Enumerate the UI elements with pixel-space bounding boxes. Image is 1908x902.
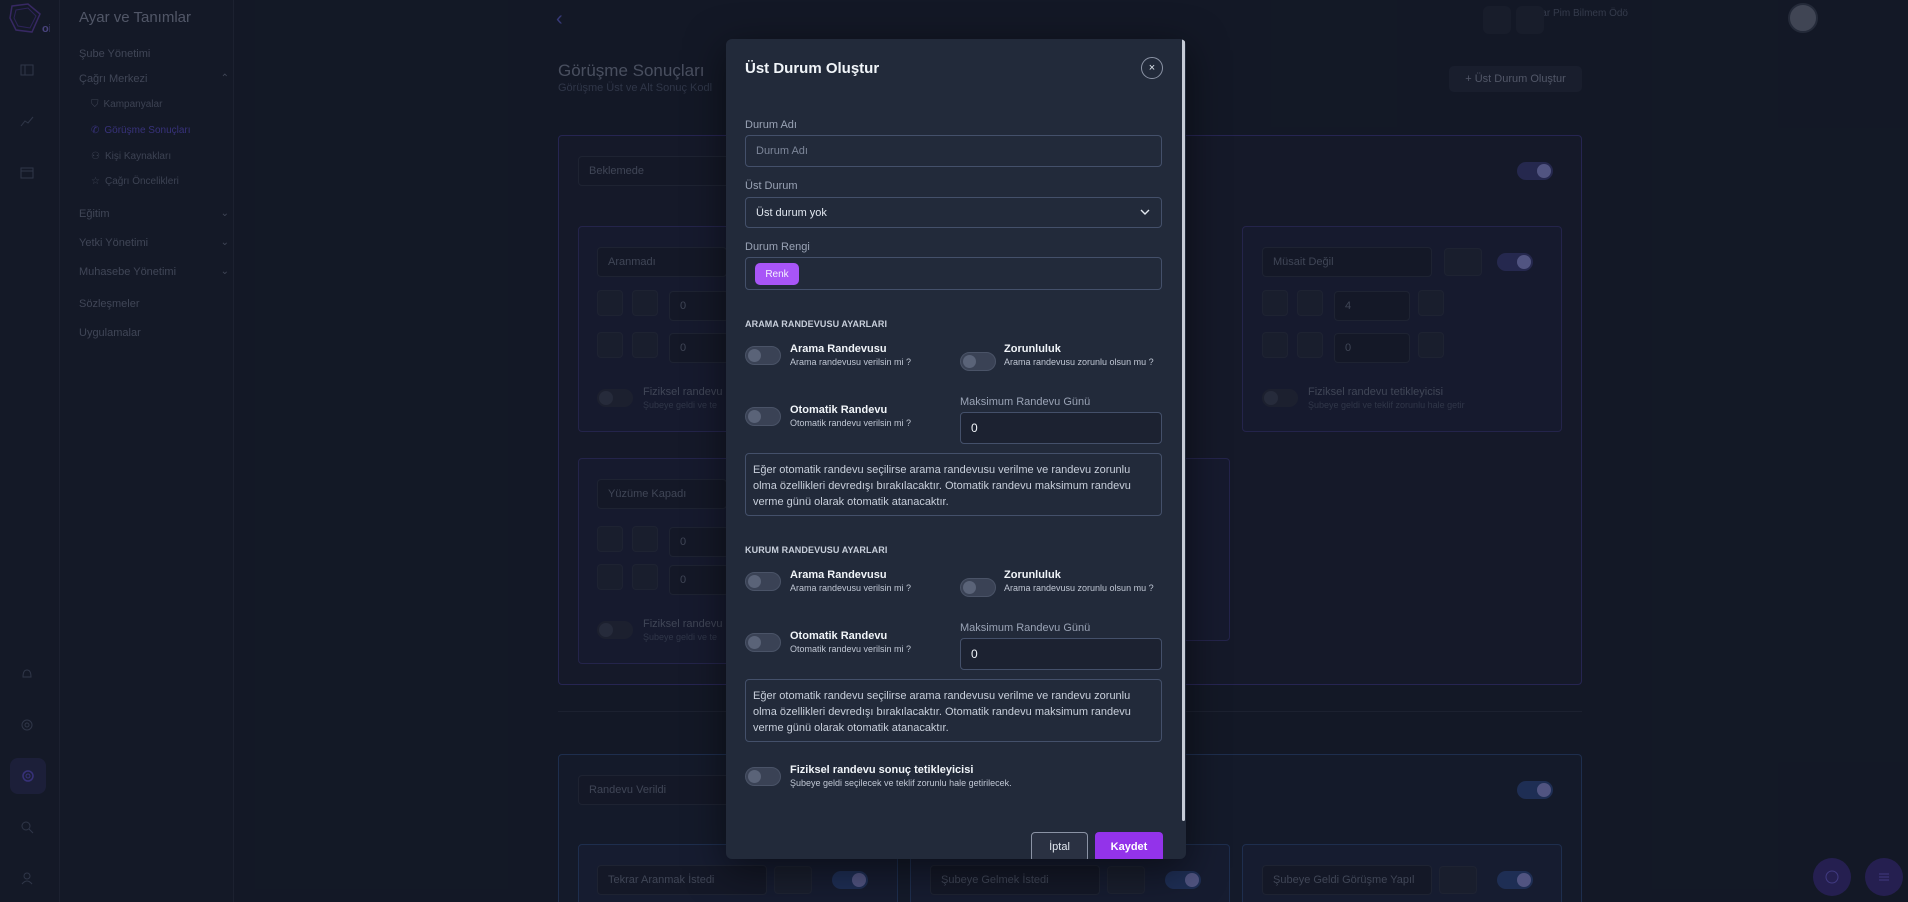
- status-color-field: Renk: [745, 257, 1162, 290]
- status-name-label: Durum Adı: [745, 119, 797, 131]
- institution-auto-toggle[interactable]: [745, 633, 781, 652]
- modal-scrollbar[interactable]: [1182, 39, 1185, 821]
- call-auto-toggle[interactable]: [745, 407, 781, 426]
- create-status-modal: Üst Durum Oluştur × Durum Adı Üst Durum …: [726, 39, 1186, 859]
- institution-max-days-input[interactable]: [960, 638, 1162, 670]
- color-picker-button[interactable]: Renk: [755, 263, 799, 285]
- institution-info-box: Eğer otomatik randevu seçilirse arama ra…: [745, 679, 1162, 742]
- call-required-title: Zorunluluk: [1004, 343, 1061, 355]
- save-button[interactable]: Kaydet: [1095, 832, 1163, 859]
- call-auto-desc: Otomatik randevu verilsin mi ?: [790, 418, 912, 428]
- call-section-title: ARAMA RANDEVUSU AYARLARI: [745, 319, 888, 329]
- call-required-desc: Arama randevusu zorunlu olsun mu ?: [1004, 357, 1154, 367]
- call-max-days-input[interactable]: [960, 412, 1162, 444]
- institution-auto-title: Otomatik Randevu: [790, 630, 888, 642]
- institution-required-toggle[interactable]: [960, 578, 996, 597]
- institution-max-days-label: Maksimum Randevu Günü: [960, 622, 1091, 634]
- physical-trigger-desc: Şubeye geldi seçilecek ve teklif zorunlu…: [790, 778, 1012, 788]
- status-name-input[interactable]: [745, 135, 1162, 167]
- call-appointment-title: Arama Randevusu: [790, 343, 887, 355]
- call-appointment-toggle[interactable]: [745, 346, 781, 365]
- institution-appointment-title: Arama Randevusu: [790, 569, 887, 581]
- call-auto-title: Otomatik Randevu: [790, 404, 888, 416]
- institution-appointment-toggle[interactable]: [745, 572, 781, 591]
- institution-auto-desc: Otomatik randevu verilsin mi ?: [790, 644, 912, 654]
- parent-status-label: Üst Durum: [745, 180, 798, 192]
- status-color-label: Durum Rengi: [745, 241, 810, 253]
- institution-required-title: Zorunluluk: [1004, 569, 1061, 581]
- institution-required-desc: Arama randevusu zorunlu olsun mu ?: [1004, 583, 1154, 593]
- call-info-box: Eğer otomatik randevu seçilirse arama ra…: [745, 453, 1162, 516]
- call-max-days-label: Maksimum Randevu Günü: [960, 396, 1091, 408]
- institution-section-title: KURUM RANDEVUSU AYARLARI: [745, 545, 888, 555]
- call-appointment-desc: Arama randevusu verilsin mi ?: [790, 357, 912, 367]
- call-required-toggle[interactable]: [960, 352, 996, 371]
- physical-trigger-title: Fiziksel randevu sonuç tetikleyicisi: [790, 764, 974, 776]
- parent-status-value: Üst durum yok: [756, 207, 827, 219]
- modal-title: Üst Durum Oluştur: [745, 60, 880, 77]
- parent-status-select[interactable]: Üst durum yok: [745, 197, 1162, 228]
- physical-trigger-toggle[interactable]: [745, 767, 781, 786]
- close-button[interactable]: ×: [1141, 57, 1163, 79]
- institution-appointment-desc: Arama randevusu verilsin mi ?: [790, 583, 912, 593]
- chevron-down-icon: [1140, 209, 1150, 215]
- cancel-button[interactable]: İptal: [1031, 832, 1088, 859]
